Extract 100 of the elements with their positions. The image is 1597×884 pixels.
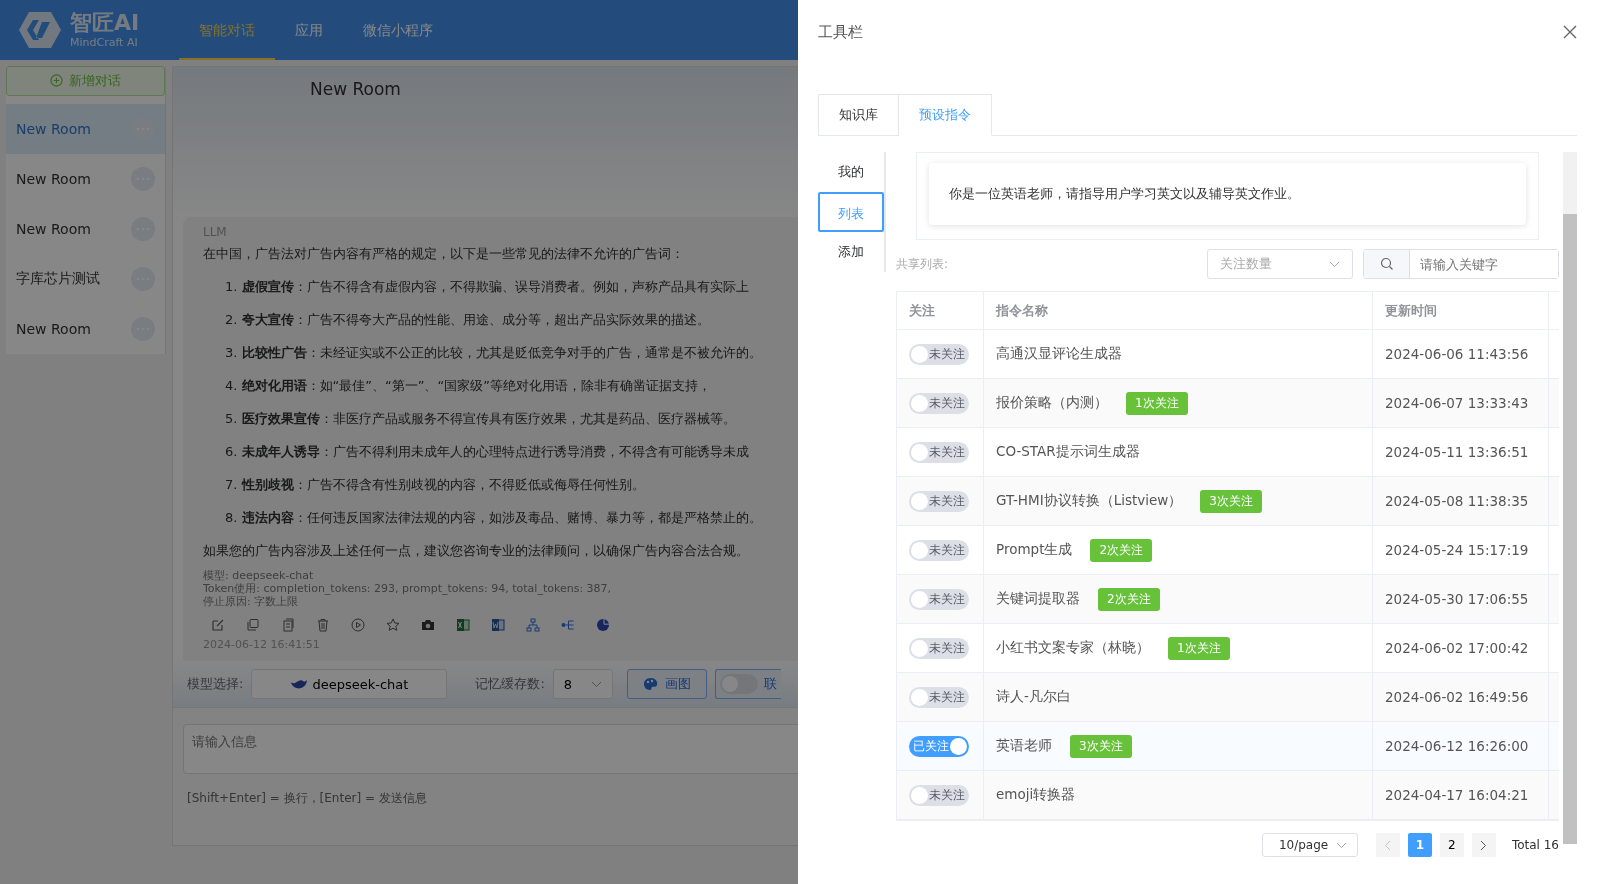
chevron-left-icon <box>1384 839 1392 851</box>
update-time: 2024-04-17 16:04:21 <box>1373 771 1549 819</box>
meta-text: Token使用: completion_tokens: 293, prompt_tokens: 94, total_tokens: 387, <box>203 582 612 595</box>
list-item-text: 7. 性别歧视：广告不得含有性别歧视的内容，不得贬低或侮辱任何性别。 <box>225 476 645 494</box>
palette-icon <box>642 677 659 691</box>
update-time: 2024-06-12 16:26:00 <box>1373 722 1549 770</box>
prompt-text: 你是一位英语老师，请指导用户学习英文以及辅导英文作业。 <box>929 163 1526 225</box>
camera-icon[interactable] <box>421 618 435 632</box>
list-item-text: 2. 夸大宣传：广告不得夸大产品的性能、用途、成分等，超出产品实际效果的描述。 <box>225 311 710 329</box>
update-time: 2024-06-02 16:49:56 <box>1373 673 1549 721</box>
chat-room-item[interactable]: New Room <box>6 103 165 154</box>
follow-switch[interactable]: 未关注 <box>909 637 969 659</box>
prompt-name: GT-HMI协议转换（Listview） <box>996 492 1183 510</box>
plus-circle-icon <box>50 74 63 88</box>
follow-count-tag: 1次关注 <box>1168 636 1230 660</box>
web-search-toggle[interactable]: 联 <box>714 669 781 699</box>
follow-count-tag: 2次关注 <box>1090 538 1153 562</box>
word-icon[interactable] <box>491 618 505 632</box>
prompt-name: 关键词提取器 <box>996 590 1080 608</box>
list-item-text: 8. 违法内容：任何违反国家法律法规的内容，如涉及毒品、赌博、暴力等，都是严格禁止的。 <box>225 509 762 527</box>
tree-icon[interactable] <box>526 618 540 632</box>
model-label: 模型选择: <box>187 675 244 693</box>
shortcut-hint: [Shift+Enter] = 换行，[Enter] = 发送信息 <box>186 790 427 807</box>
update-time: 2024-06-07 13:33:43 <box>1373 379 1549 427</box>
delete-icon[interactable] <box>316 618 330 632</box>
side-menu-item[interactable]: 添加 <box>818 232 884 272</box>
column-header: 更新时间 <box>1373 292 1549 329</box>
update-time: 2024-05-24 15:17:19 <box>1373 526 1549 574</box>
follow-switch[interactable]: 未关注 <box>909 392 969 414</box>
edit-icon[interactable] <box>211 618 225 632</box>
chat-room-item[interactable]: New Room <box>6 303 165 354</box>
chat-room-item[interactable]: 字库芯片测试 <box>6 253 165 304</box>
drawer-title: 工具栏 <box>818 22 863 42</box>
play-icon[interactable] <box>351 618 365 632</box>
copy-icon[interactable] <box>246 618 260 632</box>
scrollbar[interactable] <box>1563 152 1577 844</box>
side-menu-item[interactable]: 列表 <box>818 192 884 232</box>
list-item-text: 5. 医疗效果宣传：非医疗产品或服务不得宣传具有医疗效果，尤其是药品、医疗器械等。 <box>225 410 736 428</box>
follow-switch[interactable]: 未关注 <box>909 784 969 806</box>
chevron-right-icon <box>1480 839 1488 851</box>
prompt-name: emoji转换器 <box>996 786 1076 804</box>
prompt-name: 英语老师 <box>996 737 1052 755</box>
flow-icon[interactable] <box>561 618 575 632</box>
page-button[interactable]: 1 <box>1407 833 1432 857</box>
whale-icon <box>290 677 309 691</box>
follow-count-tag: 3次关注 <box>1200 489 1262 513</box>
chevron-down-icon <box>590 680 602 688</box>
follow-switch[interactable]: 已关注 <box>909 735 969 757</box>
memory-label: 记忆缓存数: <box>475 675 545 693</box>
chat-room-item[interactable]: New Room <box>6 153 165 204</box>
follow-switch[interactable]: 未关注 <box>909 441 969 463</box>
draw-button[interactable]: 画图 <box>626 669 707 699</box>
total-count: Total 16 <box>1511 838 1559 852</box>
column-header: 关注 <box>897 292 984 329</box>
drawer-tab[interactable]: 知识库 <box>818 94 899 135</box>
copy2-icon[interactable] <box>281 618 295 632</box>
memory-select[interactable]: 8 <box>552 669 613 699</box>
follow-switch[interactable]: 未关注 <box>909 588 969 610</box>
column-header: 指令名称 <box>984 292 1373 329</box>
side-menu-item[interactable]: 我的 <box>818 152 884 192</box>
follow-count-tag: 3次关注 <box>1070 734 1132 758</box>
follow-switch[interactable]: 未关注 <box>909 539 969 561</box>
follow-count-tag: 2次关注 <box>1098 587 1160 611</box>
prompt-name: CO-STAR提示词生成器 <box>996 443 1140 461</box>
logo-subtitle: MindCraft AI <box>70 37 139 48</box>
page-size-select[interactable]: 10/page <box>1261 833 1358 857</box>
chat-room-item[interactable]: New Room <box>6 203 165 254</box>
excel-icon[interactable] <box>456 618 470 632</box>
meta-text: 模型: deepseek-chat <box>203 569 314 582</box>
message-text: 在中国，广告法对广告内容有严格的规定，以下是一些常见的法律不允许的广告词： <box>203 245 684 263</box>
prompt-name: Prompt生成 <box>996 541 1073 559</box>
page-button[interactable]: 2 <box>1439 833 1464 857</box>
star-icon[interactable] <box>386 618 400 632</box>
logo-title: 智匠AI <box>70 12 140 34</box>
follow-switch[interactable]: 未关注 <box>909 490 969 512</box>
prompt-name: 高通汉显评论生成器 <box>996 345 1122 363</box>
list-item-text: 6. 未成年人诱导：广告不得利用未成年人的心理特点进行诱导消费，不得含有可能诱导未成 <box>225 443 749 461</box>
chevron-down-icon <box>1329 260 1340 268</box>
list-item-text: 1. 虚假宣传：广告不得含有虚假内容，不得欺骗、误导消费者。例如，声称产品具有实际上 <box>225 278 749 296</box>
pie-icon[interactable] <box>596 618 610 632</box>
follow-switch[interactable]: 未关注 <box>909 686 969 708</box>
close-icon[interactable] <box>1563 25 1577 39</box>
update-time: 2024-06-06 11:43:56 <box>1373 330 1549 378</box>
prompt-name: 报价策略（内测） <box>996 394 1108 412</box>
update-time: 2024-05-08 11:38:35 <box>1373 477 1549 525</box>
logo-icon <box>18 10 62 50</box>
follow-count-tag: 1次关注 <box>1126 391 1188 415</box>
follow-switch[interactable]: 未关注 <box>909 343 969 365</box>
prompt-name: 小红书文案专家（林晓） <box>996 639 1150 657</box>
list-item-text: 3. 比较性广告：未经证实或不公正的比较，尤其是贬低竞争对手的广告，通常是不被允许的。 <box>225 344 762 362</box>
update-time: 2024-06-02 17:00:42 <box>1373 624 1549 672</box>
search-icon <box>1379 257 1394 271</box>
search-field[interactable]: 请输入关键字 <box>1363 249 1559 279</box>
update-time: 2024-05-11 13:36:51 <box>1373 428 1549 476</box>
update-time: 2024-05-30 17:06:55 <box>1373 575 1549 623</box>
model-select[interactable]: deepseek-chat <box>251 669 448 699</box>
shared-list-label: 共享列表: <box>896 255 950 273</box>
prompt-name: 诗人-凡尔白 <box>996 688 1071 706</box>
drawer-tab[interactable]: 预设指令 <box>899 94 992 136</box>
chevron-down-icon <box>1335 841 1347 849</box>
